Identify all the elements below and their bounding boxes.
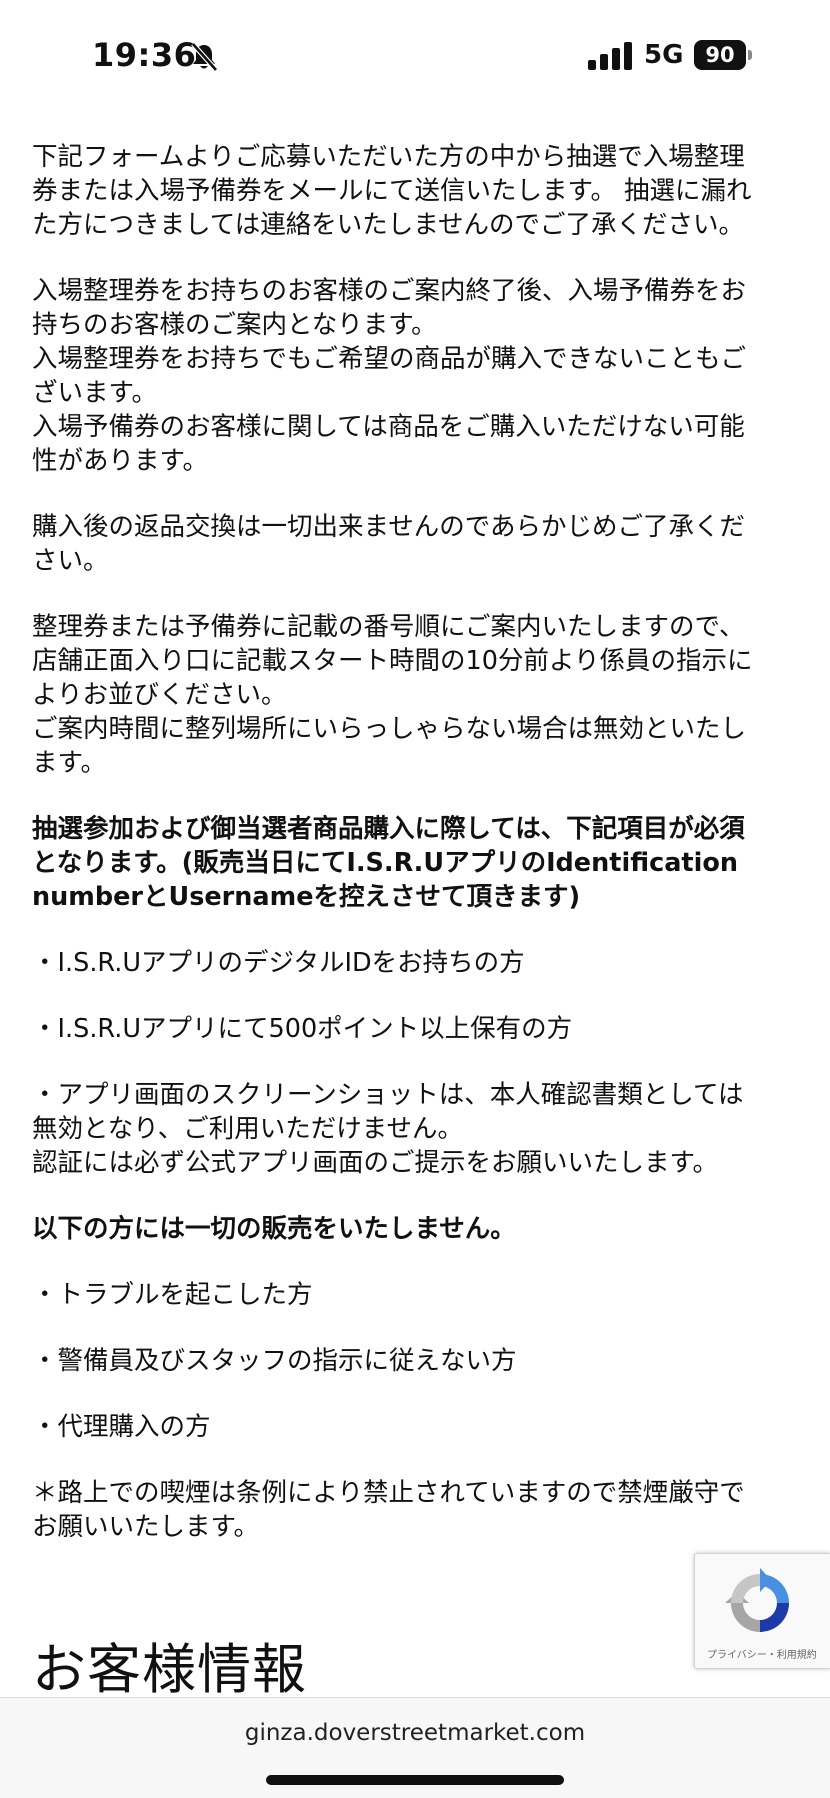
paragraph-returns: 購入後の返品交換は一切出来ませんのであらかじめご了承くだ さい。	[32, 512, 745, 576]
refusal-item: ・トラブルを起こした方	[32, 1280, 313, 1310]
battery-level: 90	[705, 43, 735, 67]
section-title-customer-info: お客様情報	[32, 1638, 307, 1701]
requirement-item: ・アプリ画面のスクリーンショットは、本人確認書類としては 無効となり、ご利用いた…	[32, 1080, 744, 1178]
recaptcha-badge[interactable]: プライバシー・利用規約	[694, 1553, 830, 1669]
paragraph-requirements-heading: 抽選参加および御当選者商品購入に際しては、下記項目が必須 となります。(販売当日…	[32, 814, 745, 912]
recaptcha-links[interactable]: プライバシー・利用規約	[707, 1646, 817, 1661]
bell-slash-icon	[191, 42, 218, 72]
paragraph-lottery: 下記フォームよりご応募いただいた方の中から抽選で入場整理 券または入場予備券をメ…	[32, 142, 752, 240]
status-time: 19:36	[92, 36, 197, 74]
paragraph-queue: 整理券または予備券に記載の番号順にご案内いたしますので、 店舗正面入り口に記載ス…	[32, 612, 753, 778]
home-indicator[interactable]	[266, 1775, 564, 1785]
recaptcha-icon	[725, 1568, 789, 1632]
status-bar: 19:36 5G 90	[0, 0, 830, 110]
requirement-item: ・I.S.R.UアプリのデジタルIDをお持ちの方	[32, 948, 525, 978]
refusal-item: ・警備員及びスタッフの指示に従えない方	[32, 1346, 517, 1376]
screen: 19:36 5G 90 下記フォームよりご応募いただいた方の中から抽選で入場整理…	[0, 0, 830, 1798]
signal-icon	[588, 42, 632, 70]
network-type: 5G	[644, 40, 684, 70]
browser-bottom-bar: ginza.doverstreetmarket.com	[0, 1697, 830, 1798]
refusal-item: ・代理購入の方	[32, 1412, 211, 1442]
battery-icon: 90	[694, 40, 752, 70]
paragraph-refusal-heading: 以下の方には一切の販売をいたしません。	[32, 1214, 516, 1244]
paragraph-smoking-note: ＊路上での喫煙は条例により禁止されていますので禁煙厳守で お願いいたします。	[32, 1478, 745, 1542]
requirement-item: ・I.S.R.Uアプリにて500ポイント以上保有の方	[32, 1014, 573, 1044]
page-content: 下記フォームよりご応募いただいた方の中から抽選で入場整理 券または入場予備券をメ…	[32, 140, 794, 1576]
paragraph-guidance: 入場整理券をお持ちのお客様のご案内終了後、入場予備券をお 持ちのお客様のご案内と…	[32, 276, 747, 476]
address-bar[interactable]: ginza.doverstreetmarket.com	[0, 1720, 830, 1746]
